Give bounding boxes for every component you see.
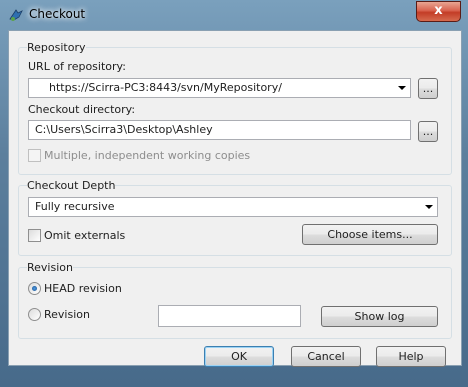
revision-label: Revision <box>44 308 90 321</box>
close-icon: x <box>434 3 443 18</box>
url-value: https://Scirra-PC3:8443/svn/MyRepository… <box>49 81 282 94</box>
checkout-directory-field[interactable]: C:\Users\Scirra3\Desktop\Ashley <box>28 120 411 140</box>
head-revision-label: HEAD revision <box>44 282 122 295</box>
checkout-directory-value: C:\Users\Scirra3\Desktop\Ashley <box>35 123 213 136</box>
browse-directory-button[interactable]: ... <box>418 121 438 142</box>
multiple-working-copies-label: Multiple, independent working copies <box>44 149 251 162</box>
browse-url-button[interactable]: ... <box>418 78 438 99</box>
checkout-depth-group-label: Checkout Depth <box>27 179 116 192</box>
repository-group-label: Repository <box>27 41 86 54</box>
multiple-working-copies-checkbox[interactable] <box>28 149 41 162</box>
omit-externals-label: Omit externals <box>44 229 126 242</box>
cancel-button[interactable]: Cancel <box>291 346 361 367</box>
checkout-depth-group: Checkout Depth <box>18 179 452 256</box>
revision-group: Revision <box>18 261 452 339</box>
checkout-depth-value: Fully recursive <box>35 200 115 213</box>
chevron-down-icon[interactable] <box>425 205 433 209</box>
chevron-down-icon[interactable] <box>398 86 406 90</box>
window-title: Checkout <box>29 7 86 21</box>
title-bar[interactable]: Checkout x <box>0 0 468 30</box>
revision-group-label: Revision <box>27 261 73 274</box>
choose-items-button[interactable]: Choose items... <box>302 224 438 245</box>
tortoise-svn-icon <box>9 9 23 21</box>
revision-radio[interactable] <box>28 308 41 321</box>
checkout-directory-label: Checkout directory: <box>28 103 136 116</box>
url-combobox[interactable]: https://Scirra-PC3:8443/svn/MyRepository… <box>28 78 411 98</box>
radio-selected-dot <box>32 286 37 291</box>
close-button[interactable]: x <box>416 1 461 22</box>
show-log-button[interactable]: Show log <box>321 306 438 327</box>
url-label: URL of repository: <box>28 60 126 73</box>
head-revision-radio[interactable] <box>28 282 41 295</box>
ok-button[interactable]: OK <box>204 346 274 367</box>
help-button[interactable]: Help <box>376 346 446 367</box>
checkout-depth-select[interactable]: Fully recursive <box>28 197 438 217</box>
revision-number-field[interactable] <box>158 305 301 327</box>
omit-externals-checkbox[interactable] <box>28 229 41 242</box>
